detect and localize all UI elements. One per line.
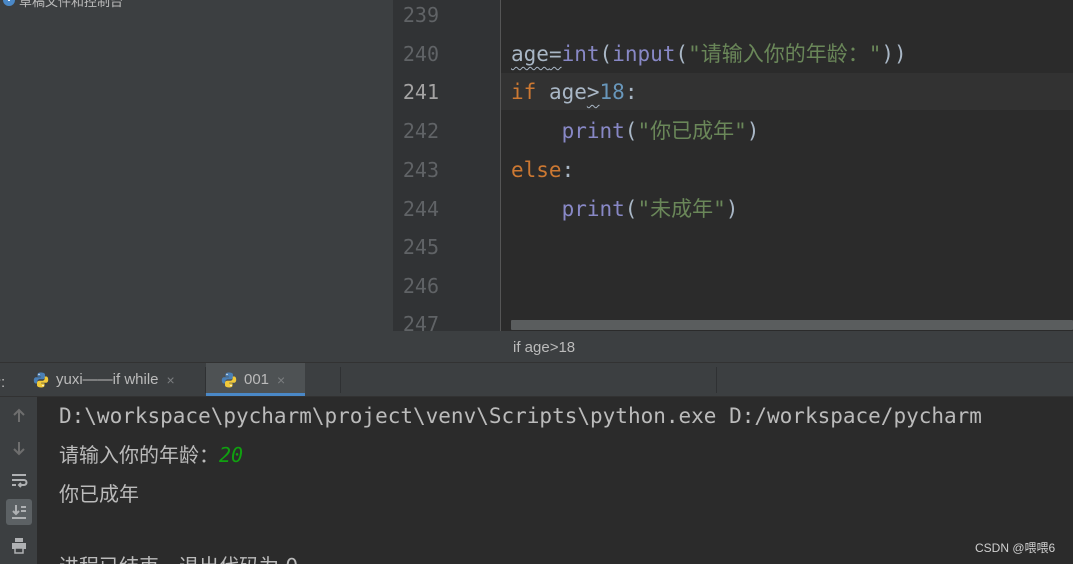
code-line-244[interactable]: print("未成年") [511,190,739,229]
line-number: 243 [402,158,439,182]
code-token: ( [675,42,689,66]
line-number: 246 [402,274,439,298]
scrollbar-thumb[interactable] [511,320,1073,330]
line-number-current: 241 [402,80,439,104]
python-icon [33,372,49,387]
code-line-243[interactable]: else: [511,151,574,190]
tab-label: 001 [244,371,270,388]
line-number: 242 [402,119,439,143]
code-token: "请输入你的年龄：" [688,42,882,66]
soft-wrap-icon[interactable] [6,467,32,493]
tab-yuxi[interactable]: yuxi——if while × [22,363,204,396]
code-token: : [561,158,575,182]
console-prompt: 请输入你的年龄： [59,443,219,467]
code-token: "未成年" [637,197,726,221]
run-toolbar [0,397,37,564]
code-token: "你已成年" [637,119,747,143]
arrow-down-icon[interactable] [6,435,32,461]
close-icon[interactable]: × [277,372,285,388]
code-token: else [511,158,562,182]
console-exit-line: 进程已结束，退出代码为 0 [59,553,298,564]
editor-gutter[interactable]: 239 240 241 242 243 244 245 246 247 [393,0,500,336]
code-token: )) [881,42,907,66]
breadcrumb: if age>18 [393,331,1073,362]
code-token: int [561,42,600,66]
horizontal-scrollbar[interactable] [501,319,1073,331]
code-token: if [511,80,537,104]
line-number: 239 [402,3,439,27]
code-token: input [612,42,676,66]
scratches-icon [3,0,15,6]
tab-label: yuxi——if while [56,371,159,388]
run-tab-bar: 行: yuxi——if while × 001 × [0,363,1073,397]
tab-separator [716,367,717,393]
scroll-to-end-icon[interactable] [6,499,32,525]
line-number: 244 [402,197,439,221]
code-token: print [561,197,625,221]
tab-001[interactable]: 001 × [206,363,305,396]
code-line-240[interactable]: age=int(input("请输入你的年龄：")) [511,35,907,74]
code-token: age [536,80,587,104]
code-token: print [561,119,625,143]
console-output[interactable]: D:\workspace\pycharm\project\venv\Script… [37,397,1073,564]
code-token: ( [624,197,638,221]
watermark: CSDN @喂喂6 [975,541,1056,555]
code-line-241[interactable]: if age>18: [511,73,637,112]
code-token: = [548,42,562,66]
code-token: > [586,80,600,104]
tab-separator [340,367,341,393]
line-number: 240 [402,42,439,66]
project-panel: 草稿文件和控制台 [0,0,393,362]
python-icon [221,372,237,387]
close-icon[interactable]: × [167,372,175,388]
console-user-input: 20 [219,443,244,467]
print-icon[interactable] [6,532,32,558]
code-token: : [624,80,638,104]
code-editor[interactable]: age=int(input("请输入你的年龄：")) if age>18: pr… [501,0,1073,331]
console-output-line: 你已成年 [59,482,139,506]
tree-item-scratches[interactable]: 草稿文件和控制台 [0,0,123,9]
code-token: ( [624,119,638,143]
code-token: 18 [599,80,625,104]
console-prompt-line: 请输入你的年龄：20 [59,442,243,468]
arrow-up-icon[interactable] [6,403,32,429]
breadcrumb-item[interactable]: if age>18 [513,339,575,356]
code-token: ( [599,42,613,66]
line-number: 245 [402,235,439,259]
tree-item-label: 草稿文件和控制台 [19,0,124,9]
console-command-line: D:\workspace\pycharm\project\venv\Script… [59,404,982,428]
code-token: ) [746,119,760,143]
run-label: 行: [0,374,6,391]
code-token: ) [725,197,739,221]
code-token: age [511,42,549,66]
code-line-242[interactable]: print("你已成年") [511,112,760,151]
